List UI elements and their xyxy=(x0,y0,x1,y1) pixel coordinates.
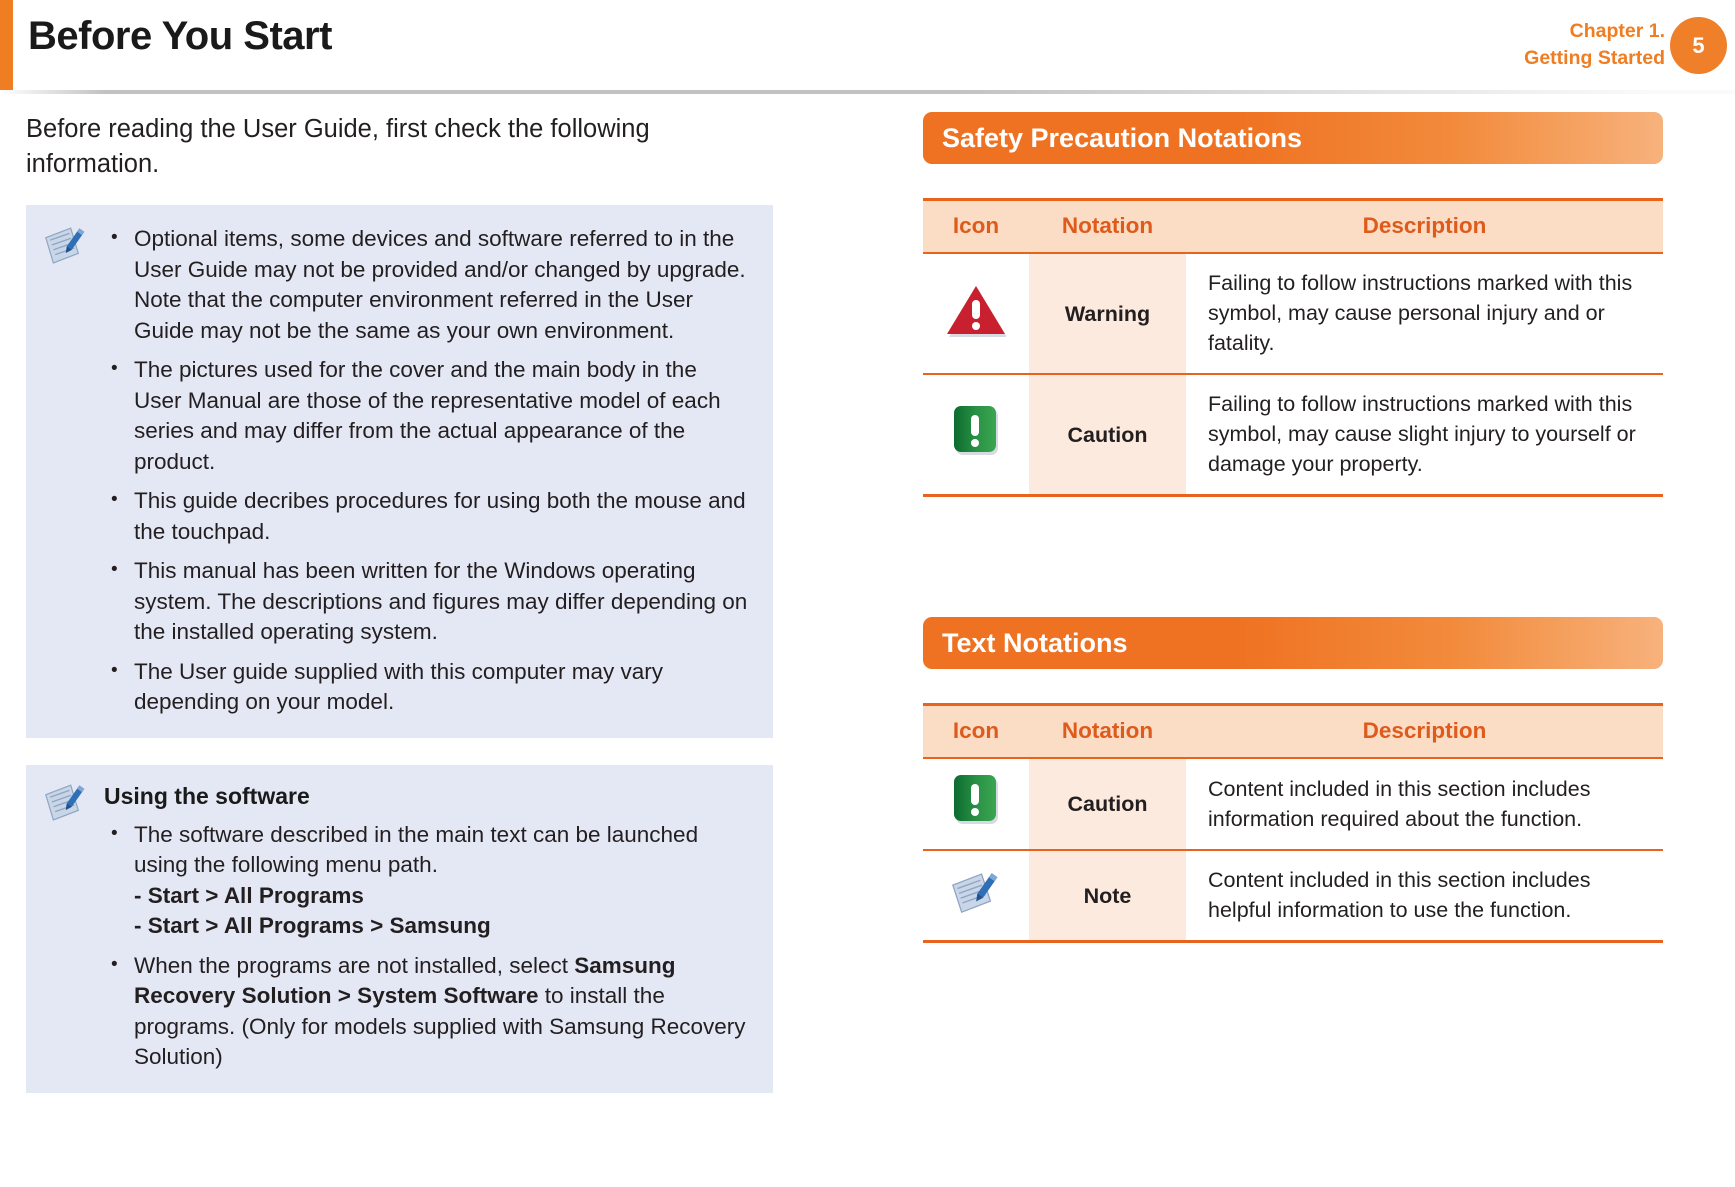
right-column: Safety Precaution Notations Icon Notatio… xyxy=(845,112,1735,1120)
bullet-text: The software described in the main text … xyxy=(134,821,699,878)
note-box-subtitle: Using the software xyxy=(104,782,310,809)
list-item: When the programs are not installed, sel… xyxy=(104,950,749,1073)
page-number-badge: 5 xyxy=(1670,17,1727,74)
bullet-text: Optional items, some devices and softwar… xyxy=(134,226,746,343)
bullet-text: The pictures used for the cover and the … xyxy=(134,357,721,474)
note-bullet-list: Optional items, some devices and softwar… xyxy=(104,223,749,718)
section-heading-safety-precaution-notations: Safety Precaution Notations xyxy=(923,112,1663,164)
intro-paragraph: Before reading the User Guide, first che… xyxy=(26,115,650,178)
column-header-notation: Notation xyxy=(1029,703,1186,759)
cell-notation: Caution xyxy=(1029,758,1186,851)
cell-notation: Caution xyxy=(1029,374,1186,497)
note-box-general: Optional items, some devices and softwar… xyxy=(26,205,773,738)
note-icon xyxy=(43,782,89,822)
note-icon xyxy=(948,870,1004,914)
page-title: Before You Start xyxy=(28,14,332,58)
cell-icon xyxy=(923,850,1029,943)
cell-description: Failing to follow instructions marked wi… xyxy=(1186,374,1663,497)
list-item: This guide decribes procedures for using… xyxy=(104,485,749,547)
column-header-icon: Icon xyxy=(923,198,1029,254)
page-header: Before You Start Chapter 1. Getting Star… xyxy=(0,0,1735,98)
cell-description: Failing to follow instructions marked wi… xyxy=(1186,253,1663,375)
header-accent-bar xyxy=(0,0,13,90)
table-row: Note Content included in this section in… xyxy=(923,850,1663,943)
column-header-description: Description xyxy=(1186,198,1663,254)
warning-triangle-icon xyxy=(946,283,1007,337)
column-header-notation: Notation xyxy=(1029,198,1186,254)
table-header-row: Icon Notation Description xyxy=(923,703,1663,759)
page-body: Before reading the User Guide, first che… xyxy=(0,112,1735,1120)
chapter-label: Chapter 1. Getting Started xyxy=(1524,18,1665,72)
safety-precaution-table: Icon Notation Description Warning Failin… xyxy=(923,198,1663,497)
note-bullet-list: The software described in the main text … xyxy=(104,819,749,1073)
chapter-line-2: Getting Started xyxy=(1524,47,1665,69)
table-header-row: Icon Notation Description xyxy=(923,198,1663,254)
note-box-using-the-software: Using the software The software describe… xyxy=(26,764,773,1093)
list-item: Optional items, some devices and softwar… xyxy=(104,223,749,346)
list-item: This manual has been written for the Win… xyxy=(104,555,749,648)
list-item: The pictures used for the cover and the … xyxy=(104,354,749,477)
table-row: Caution Content included in this section… xyxy=(923,758,1663,851)
list-item: The User guide supplied with this comput… xyxy=(104,656,749,718)
cell-description: Content included in this section include… xyxy=(1186,850,1663,943)
header-divider xyxy=(0,90,1735,94)
bullet-text: The User guide supplied with this comput… xyxy=(134,658,663,715)
cell-icon xyxy=(923,374,1029,497)
left-column: Before reading the User Guide, first che… xyxy=(0,112,845,1120)
bullet-text: This manual has been written for the Win… xyxy=(134,558,748,644)
table-row: Caution Failing to follow instructions m… xyxy=(923,374,1663,497)
text-notations-table: Icon Notation Description Caution Conten… xyxy=(923,703,1663,943)
column-header-icon: Icon xyxy=(923,703,1029,759)
section-heading-text-notations: Text Notations xyxy=(923,617,1663,669)
cell-icon xyxy=(923,758,1029,851)
menu-path-2: - Start > All Programs > Samsung xyxy=(134,913,491,938)
column-header-description: Description xyxy=(1186,703,1663,759)
cell-icon xyxy=(923,253,1029,375)
menu-path-1: - Start > All Programs xyxy=(134,882,364,908)
note-icon xyxy=(43,225,89,265)
cell-notation: Note xyxy=(1029,850,1186,943)
bullet-text-part-1: When the programs are not installed, sel… xyxy=(134,952,575,978)
caution-square-icon xyxy=(950,404,1002,458)
caution-square-icon xyxy=(950,773,1002,827)
list-item: The software described in the main text … xyxy=(104,819,749,942)
chapter-line-1: Chapter 1. xyxy=(1569,20,1665,42)
cell-description: Content included in this section include… xyxy=(1186,758,1663,851)
bullet-text: This guide decribes procedures for using… xyxy=(134,488,746,544)
cell-notation: Warning xyxy=(1029,253,1186,375)
table-row: Warning Failing to follow instructions m… xyxy=(923,253,1663,375)
